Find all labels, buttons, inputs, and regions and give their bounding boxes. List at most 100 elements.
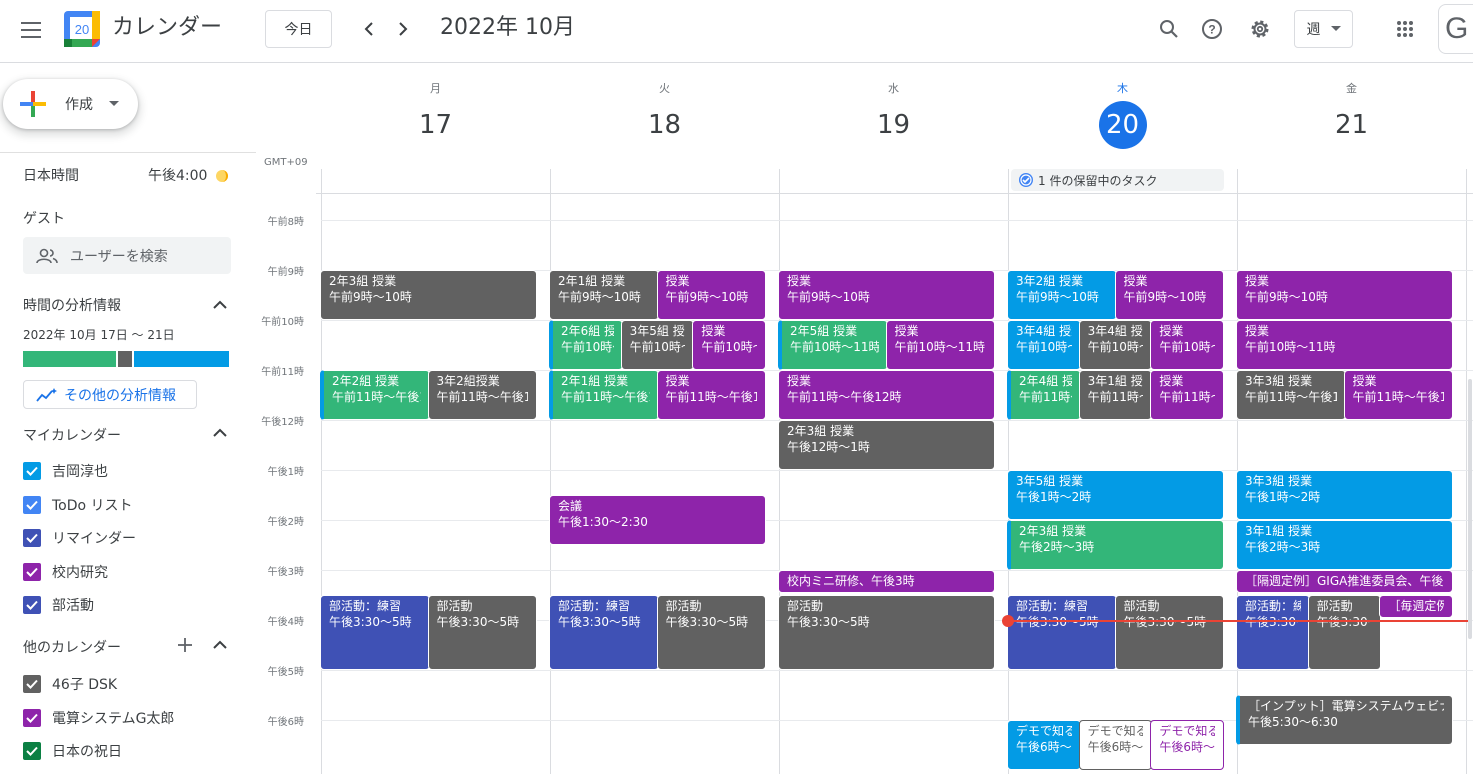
calendar-event[interactable]: 部活動午後3:30～5時 — [427, 595, 537, 670]
checkbox[interactable] — [23, 596, 41, 614]
calendar-event[interactable]: 3年1組 授業 午後2時～3時 — [1236, 520, 1453, 570]
plus-icon[interactable] — [175, 635, 195, 655]
account-button[interactable]: G — [1438, 4, 1473, 54]
calendar-event[interactable]: 3年4組 授業午前10時～11時 — [1007, 320, 1081, 370]
settings-button[interactable] — [1241, 10, 1279, 48]
calendar-list-item[interactable]: 46子 DSK — [23, 674, 117, 694]
calendar-event[interactable]: デモで知る午後6時～7時 — [1150, 720, 1224, 770]
main-menu-button[interactable] — [10, 8, 54, 52]
calendar-list-item[interactable]: 吉岡淳也 — [23, 461, 108, 481]
calendar-event[interactable]: 部活動：練習午後3:30～5時 — [1007, 595, 1117, 670]
calendar-event[interactable]: 授業 午前9時～10時 — [1114, 270, 1224, 320]
calendar-event[interactable]: デモで知る午後6時～7時 — [1007, 720, 1081, 770]
calendar-logo[interactable]: 20 — [64, 11, 100, 47]
calendar-list-item[interactable]: ToDo リスト — [23, 495, 133, 515]
calendar-event[interactable]: 3年4組 授業午前10時～11時 — [1078, 320, 1153, 370]
chevron-up-icon[interactable] — [210, 295, 230, 315]
calendar-list-item[interactable]: 校内研究 — [23, 562, 108, 582]
checkbox[interactable] — [23, 708, 41, 727]
event-title: 3年4組 授業 — [1087, 324, 1144, 338]
day-number[interactable]: 17 — [412, 101, 460, 149]
hour-label: 午後5時 — [267, 667, 304, 678]
calendar-event[interactable]: 3年5組 授業午前10時～11時 — [620, 320, 695, 370]
calendar-event[interactable]: ［毎週定例］ — [1379, 595, 1453, 618]
chevron-up-icon[interactable] — [210, 635, 230, 655]
day-number[interactable]: 21 — [1328, 101, 1376, 149]
search-button[interactable] — [1150, 10, 1188, 48]
calendar-event[interactable]: 2年2組 授業午前11時～午後12時 — [320, 370, 430, 420]
calendar-event[interactable]: 授業午前10時～11時 — [692, 320, 766, 370]
calendar-event[interactable]: 授業午前11時～午後12時 — [778, 370, 995, 420]
calendar-event[interactable]: 授業午前10時～11時 — [885, 320, 995, 370]
apps-button[interactable] — [1386, 10, 1424, 48]
calendar-list-item[interactable]: リマインダー — [23, 528, 136, 548]
calendar-event[interactable]: 部活動：練習午後3:30～5時 — [320, 595, 430, 670]
calendar-event[interactable]: 2年1組 授業午前11時～午後12時 — [549, 370, 659, 420]
calendar-event[interactable]: 2年6組 授業午前10時～11時 — [549, 320, 623, 370]
day-header[interactable]: 火 18 — [550, 63, 779, 163]
calendar-event[interactable]: 3年3組 授業午前11時～午後12時 — [1236, 370, 1346, 420]
calendar-event[interactable]: 授業 午前9時～10時 — [656, 270, 766, 320]
calendar-event[interactable]: 校内ミニ研修、午後3時 — [778, 570, 995, 593]
calendar-event[interactable]: 3年5組 授業 午後1時～2時 — [1007, 470, 1224, 520]
scrollbar[interactable] — [1468, 379, 1472, 639]
day-header[interactable]: 水 19 — [779, 63, 1008, 163]
day-header[interactable]: 月 17 — [321, 63, 550, 163]
calendar-event[interactable]: 授業午前10時～11時 — [1150, 320, 1224, 370]
calendar-event[interactable]: 授業 午前9時～10時 — [1236, 270, 1453, 320]
checkbox[interactable] — [23, 742, 41, 760]
previous-week-button[interactable] — [355, 14, 383, 44]
calendar-event[interactable]: 部活動午後3:30～5時 — [1114, 595, 1224, 670]
calendar-event[interactable]: ［インプット］電算システムウェビナー 午後5:30～6:30 — [1236, 695, 1453, 745]
day-number[interactable]: 18 — [641, 101, 689, 149]
day-number[interactable]: 19 — [870, 101, 918, 149]
more-insights-button[interactable]: その他の分析情報 — [23, 380, 197, 409]
calendar-event[interactable]: 部活動午後3:30～5時 — [778, 595, 995, 670]
calendar-event[interactable]: ［隔週定例］GIGA推進委員会、午後3時 — [1236, 570, 1453, 593]
calendar-event[interactable]: 授業午前11時～午後12時 — [1343, 370, 1453, 420]
today-button[interactable]: 今日 — [265, 10, 332, 48]
calendar-event[interactable]: 2年4組 授業午前11時～午後12時 — [1007, 370, 1081, 420]
calendar-list-item[interactable]: 日本の祝日 — [23, 741, 122, 761]
day-header[interactable]: 木 20 — [1008, 63, 1237, 163]
checkbox[interactable] — [23, 562, 41, 581]
checkbox[interactable] — [23, 495, 41, 514]
calendar-event[interactable]: 3年1組 授業午前11時～午後12時 — [1078, 370, 1153, 420]
day-header[interactable]: 金 21 — [1237, 63, 1466, 163]
calendar-event[interactable]: 2年3組 授業 午前9時～10時 — [320, 270, 537, 320]
calendar-event[interactable]: 部活動午後3:30～5時 — [1307, 595, 1382, 670]
checkbox[interactable] — [23, 462, 41, 480]
user-search-field[interactable]: ユーザーを検索 — [23, 237, 231, 274]
chevron-up-icon[interactable] — [210, 423, 230, 443]
calendar-event[interactable]: 授業午前11時～午後12時 — [1150, 370, 1224, 420]
create-button[interactable]: 作成 — [3, 79, 138, 129]
check-icon — [26, 567, 38, 577]
day-number[interactable]: 20 — [1098, 101, 1147, 149]
calendar-event[interactable]: 3年2組授業午前11時～午後12時 — [427, 370, 537, 420]
event-title: 部活動 — [1123, 599, 1160, 613]
calendar-event[interactable]: デモで知る午後6時～7時 — [1078, 720, 1153, 770]
pending-task-chip[interactable]: 1 件の保留中のタスク — [1011, 169, 1224, 191]
calendar-event[interactable]: 2年5組 授業 午前10時～11時 — [778, 320, 888, 370]
calendar-event[interactable]: 会議 午後1:30～2:30 — [549, 495, 766, 545]
other-calendars-label: 他のカレンダー — [23, 640, 121, 656]
calendar-event[interactable]: 3年2組 授業 午前9時～10時 — [1007, 270, 1117, 320]
calendar-event[interactable]: 3年3組 授業 午後1時～2時 — [1236, 470, 1453, 520]
next-week-button[interactable] — [389, 14, 417, 44]
calendar-list-item[interactable]: 部活動 — [23, 595, 94, 615]
calendar-event[interactable]: 授業 午前9時～10時 — [778, 270, 995, 320]
help-button[interactable]: ? — [1193, 10, 1231, 48]
calendar-event[interactable]: 2年3組 授業 午後12時～1時 — [778, 420, 995, 470]
calendar-list-item[interactable]: 電算システムG太郎 — [23, 708, 174, 728]
checkbox[interactable] — [23, 529, 41, 547]
view-selector[interactable]: 週 — [1294, 10, 1353, 48]
event-title: 部活動 — [436, 599, 473, 613]
calendar-event[interactable]: 授業午前10時～11時 — [1236, 320, 1453, 370]
checkbox[interactable] — [23, 675, 41, 693]
calendar-event[interactable]: 部活動：練習午後3:30～5時 — [1236, 595, 1310, 670]
calendar-event[interactable]: 部活動：練習午後3:30～5時 — [549, 595, 659, 670]
calendar-event[interactable]: 部活動午後3:30～5時 — [656, 595, 766, 670]
calendar-event[interactable]: 2年1組 授業 午前9時～10時 — [549, 270, 659, 320]
calendar-event[interactable]: 授業午前11時～午後12時 — [656, 370, 766, 420]
calendar-event[interactable]: 2年3組 授業 午後2時～3時 — [1007, 520, 1224, 570]
